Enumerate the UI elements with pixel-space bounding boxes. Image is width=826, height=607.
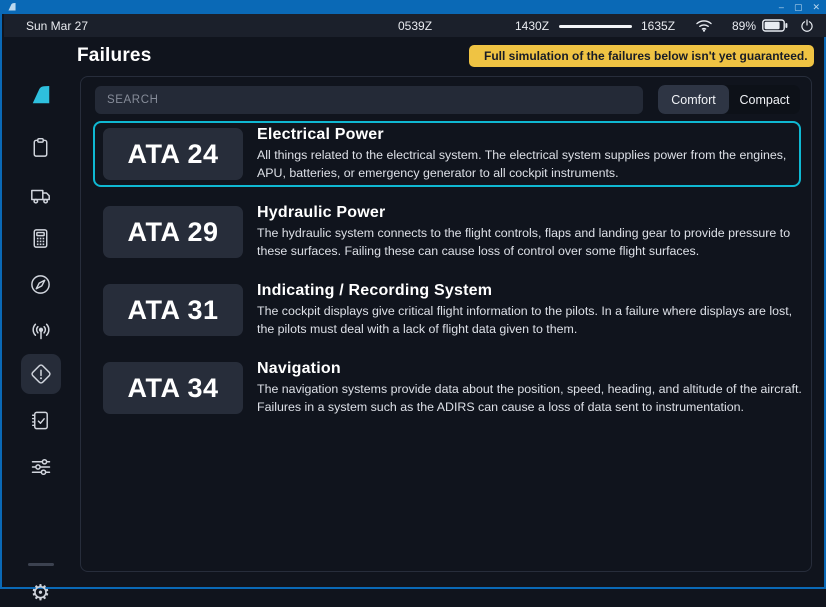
page-title: Failures	[77, 45, 151, 67]
sidebar-item-checklists[interactable]	[4, 409, 77, 432]
statusbar-date: Sun Mar 27	[26, 14, 88, 37]
ata-badge: ATA 31	[103, 284, 243, 336]
battery-icon	[762, 14, 788, 37]
sidebar-divider	[28, 563, 54, 566]
warning-text: Full simulation of the failures below is…	[484, 49, 808, 63]
sidebar-item-presets[interactable]	[4, 455, 77, 479]
sidebar-item-navigation[interactable]	[4, 273, 77, 296]
failure-description: The navigation systems provide data abou…	[257, 381, 802, 416]
sidebar-item-failures[interactable]	[4, 354, 77, 394]
minimize-icon[interactable]: –	[779, 0, 784, 14]
sidebar: ⚙	[4, 37, 77, 587]
gear-icon: ⚙	[31, 581, 51, 607]
statusbar-utc-time: 0539Z	[398, 14, 432, 37]
sidebar-item-dashboard[interactable]	[4, 136, 77, 159]
failure-title: Indicating / Recording System	[257, 282, 802, 300]
close-icon[interactable]: ✕	[812, 0, 820, 14]
os-titlebar: – ▢ ✕	[2, 0, 826, 14]
schedule-end-time: 1635Z	[641, 14, 675, 37]
failure-title: Hydraulic Power	[257, 204, 802, 222]
failure-category-list: ATA 24 Electrical Power All things relat…	[93, 121, 801, 433]
ata-badge: ATA 24	[103, 128, 243, 180]
failure-title: Electrical Power	[257, 126, 802, 144]
sidebar-item-settings[interactable]: ⚙	[4, 581, 77, 607]
app-logo-icon	[7, 2, 17, 12]
failures-panel: Comfort Compact ATA 24 Electrical Power …	[80, 76, 812, 572]
schedule-progress-bar[interactable]	[559, 25, 632, 28]
ata-badge: ATA 29	[103, 206, 243, 258]
failure-title: Navigation	[257, 360, 802, 378]
wifi-icon	[695, 14, 713, 37]
sidebar-item-performance[interactable]	[4, 227, 77, 250]
view-mode-toggle: Comfort Compact	[658, 85, 800, 114]
efb-window: – ▢ ✕ Sun Mar 27 0539Z 1430Z 1635Z 89%	[0, 0, 826, 589]
schedule-start-time: 1430Z	[515, 14, 549, 37]
flybywire-logo	[4, 84, 77, 106]
sidebar-item-ground[interactable]	[4, 183, 77, 207]
sidebar-selected-highlight	[21, 354, 61, 394]
warning-banner: Full simulation of the failures below is…	[469, 45, 814, 67]
failure-category-card[interactable]: ATA 29 Hydraulic Power The hydraulic sys…	[93, 199, 801, 265]
maximize-icon[interactable]: ▢	[794, 0, 803, 14]
sidebar-item-atc[interactable]	[4, 319, 77, 343]
failure-category-card[interactable]: ATA 24 Electrical Power All things relat…	[93, 121, 801, 187]
view-compact-button[interactable]: Compact	[729, 85, 800, 114]
statusbar: Sun Mar 27 0539Z 1430Z 1635Z 89%	[4, 14, 826, 37]
failure-category-card[interactable]: ATA 34 Navigation The navigation systems…	[93, 355, 801, 421]
failure-category-card[interactable]: ATA 31 Indicating / Recording System The…	[93, 277, 801, 343]
battery-percent: 89%	[732, 14, 756, 37]
failure-description: All things related to the electrical sys…	[257, 147, 802, 182]
power-button-icon[interactable]	[799, 14, 815, 37]
failure-description: The cockpit displays give critical fligh…	[257, 303, 802, 338]
search-input[interactable]	[95, 86, 643, 114]
failure-description: The hydraulic system connects to the fli…	[257, 225, 802, 260]
ata-badge: ATA 34	[103, 362, 243, 414]
view-comfort-button[interactable]: Comfort	[658, 85, 729, 114]
